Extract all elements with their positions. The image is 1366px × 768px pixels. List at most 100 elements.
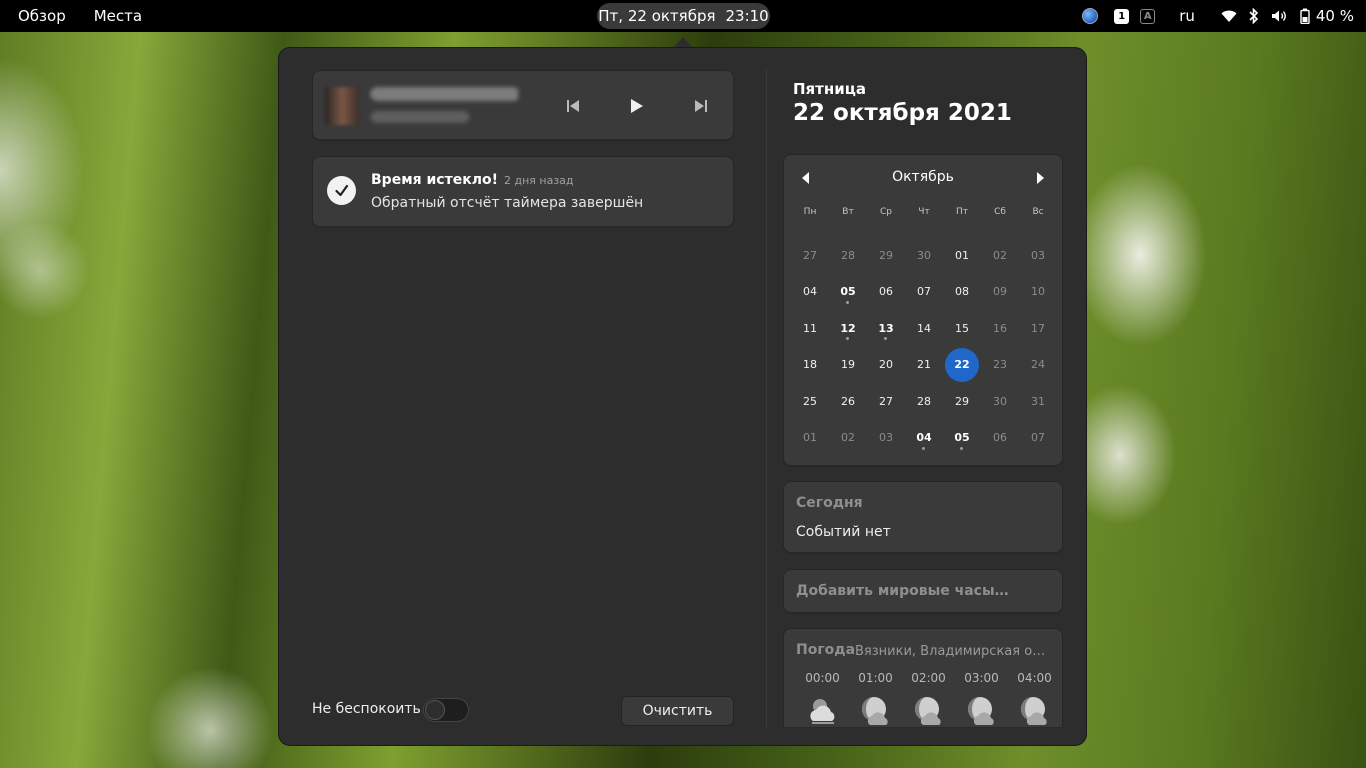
next-icon[interactable] (688, 93, 714, 119)
calendar-day[interactable]: 27 (867, 383, 905, 420)
volume-icon[interactable] (1271, 0, 1288, 32)
calendar-day-label: 01 (955, 248, 969, 262)
current-date[interactable]: 22 октября 2021 (793, 100, 1012, 126)
weather-widget[interactable]: Погода Вязники, Владимирская область 00:… (783, 628, 1063, 728)
calendar-day[interactable]: 04 (791, 274, 829, 311)
calendar-day[interactable]: 13 (867, 310, 905, 347)
calendar-day[interactable]: 29 (943, 383, 981, 420)
workspace-2[interactable]: A (1140, 8, 1156, 24)
calendar-day[interactable]: 25 (791, 383, 829, 420)
world-clocks-button[interactable]: Добавить мировые часы… (783, 569, 1063, 614)
calendar-day[interactable]: 23 (981, 347, 1019, 384)
calendar-day[interactable]: 14 (905, 310, 943, 347)
date-menu-popover: Время истекло! 2 дня назад Обратный отсчё… (278, 47, 1087, 746)
calendar-day-label: 02 (841, 431, 855, 445)
calendar-day[interactable]: 31 (1019, 383, 1057, 420)
calendar-day[interactable]: 09 (981, 274, 1019, 311)
calendar-day[interactable]: 24 (1019, 347, 1057, 384)
calendar-weekday-header: Вс (1032, 207, 1044, 217)
forecast-item: 00:00 (796, 671, 849, 727)
calendar-day[interactable]: 03 (1019, 237, 1057, 274)
media-player[interactable] (312, 70, 734, 141)
places-menu-button[interactable]: Места (80, 0, 156, 32)
calendar: Октябрь Пн Вт Ср Чт Пт Сб Вс 27 28 29 30 01 02 03 04 05… (783, 154, 1063, 467)
calendar-day[interactable]: 05 (829, 274, 867, 311)
calendar-day[interactable]: 07 (1019, 420, 1057, 457)
calendar-day-label: 28 (841, 248, 855, 262)
calendar-day-label: 07 (1031, 431, 1045, 445)
calendar-day[interactable]: 07 (905, 274, 943, 311)
calendar-day[interactable]: 29 (867, 237, 905, 274)
clear-notifications-button[interactable]: Очистить (621, 696, 734, 726)
calendar-day-label: 30 (917, 248, 931, 262)
bluetooth-icon[interactable] (1249, 0, 1259, 32)
check-icon (327, 176, 356, 205)
forecast-time: 00:00 (805, 671, 840, 685)
calendar-day[interactable]: 15 (943, 310, 981, 347)
calendar-day[interactable]: 30 (905, 237, 943, 274)
forecast-time: 01:00 (858, 671, 893, 685)
calendar-day[interactable]: 18 (791, 347, 829, 384)
workspace-1[interactable]: 1 (1114, 8, 1130, 24)
battery-icon[interactable] (1300, 0, 1310, 32)
calendar-day[interactable]: 30 (981, 383, 1019, 420)
calendar-day[interactable]: 04 (905, 420, 943, 457)
calendar-today: 22 (945, 347, 979, 382)
calendar-day-label: 05 (840, 285, 856, 299)
calendar-day[interactable]: 03 (867, 420, 905, 457)
calendar-day[interactable]: 28 (905, 383, 943, 420)
calendar-day[interactable]: 17 (1019, 310, 1057, 347)
calendar-day-label: 07 (917, 285, 931, 299)
notification-timer[interactable]: Время истекло! 2 дня назад Обратный отсчё… (312, 156, 734, 228)
weather-forecast: 00:00 01:00 02:00 03:00 04:00 (796, 671, 1061, 727)
wifi-icon[interactable] (1221, 0, 1237, 32)
calendar-day[interactable]: 10 (1019, 274, 1057, 311)
calendar-day[interactable]: 08 (943, 274, 981, 311)
calendar-day[interactable]: 28 (829, 237, 867, 274)
forecast-item: 01:00 (849, 671, 902, 727)
current-weekday[interactable]: Пятница (793, 80, 866, 98)
calendar-day-label: 04 (803, 285, 817, 299)
calendar-day-label: 26 (841, 394, 855, 408)
forecast-item: 03:00 (955, 671, 1008, 727)
calendar-day[interactable]: 05 (943, 420, 981, 457)
do-not-disturb-toggle[interactable] (423, 698, 469, 722)
calendar-day[interactable]: 27 (791, 237, 829, 274)
events-today[interactable]: Сегодня Событий нет (783, 481, 1063, 554)
calendar-day[interactable]: 11 (791, 310, 829, 347)
cloudy-night-icon (807, 695, 839, 727)
calendar-day-label: 29 (955, 394, 969, 408)
calendar-day-label: 05 (954, 431, 970, 445)
calendar-day-label: 11 (803, 321, 817, 335)
calendar-day[interactable]: 21 (905, 347, 943, 384)
calendar-weekday-header: Ср (880, 207, 892, 217)
calendar-day-label: 15 (955, 321, 969, 335)
calendar-day[interactable]: 01 (943, 237, 981, 274)
next-month-icon[interactable] (1032, 170, 1048, 186)
calendar-day[interactable]: 19 (829, 347, 867, 384)
calendar-day[interactable]: 06 (981, 420, 1019, 457)
previous-icon[interactable] (560, 93, 586, 119)
calendar-day[interactable]: 20 (867, 347, 905, 384)
night-clouds-icon (860, 695, 892, 727)
date-time-button[interactable]: Пт, 22 октября 23:10 (597, 3, 770, 29)
calendar-day[interactable]: 12 (829, 310, 867, 347)
play-icon[interactable] (624, 93, 650, 119)
calendar-day[interactable]: 26 (829, 383, 867, 420)
activities-button[interactable]: Обзор (0, 0, 80, 32)
globe-icon[interactable] (1082, 0, 1114, 32)
workspace-indicator[interactable]: 1 A (1114, 0, 1156, 32)
notification-title-text: Время истекло! (371, 172, 498, 188)
calendar-day-label: 29 (879, 248, 893, 262)
calendar-day[interactable]: 01 (791, 420, 829, 457)
calendar-day[interactable]: 22 (943, 347, 981, 384)
calendar-day[interactable]: 16 (981, 310, 1019, 347)
calendar-day[interactable]: 02 (981, 237, 1019, 274)
battery-percentage: 40 % (1315, 7, 1354, 25)
calendar-day[interactable]: 02 (829, 420, 867, 457)
calendar-day-label: 03 (1031, 248, 1045, 262)
calendar-day[interactable]: 06 (867, 274, 905, 311)
calendar-day-label: 31 (1031, 394, 1045, 408)
calendar-day-label: 17 (1031, 321, 1045, 335)
keyboard-layout-indicator[interactable]: ru (1179, 7, 1195, 25)
